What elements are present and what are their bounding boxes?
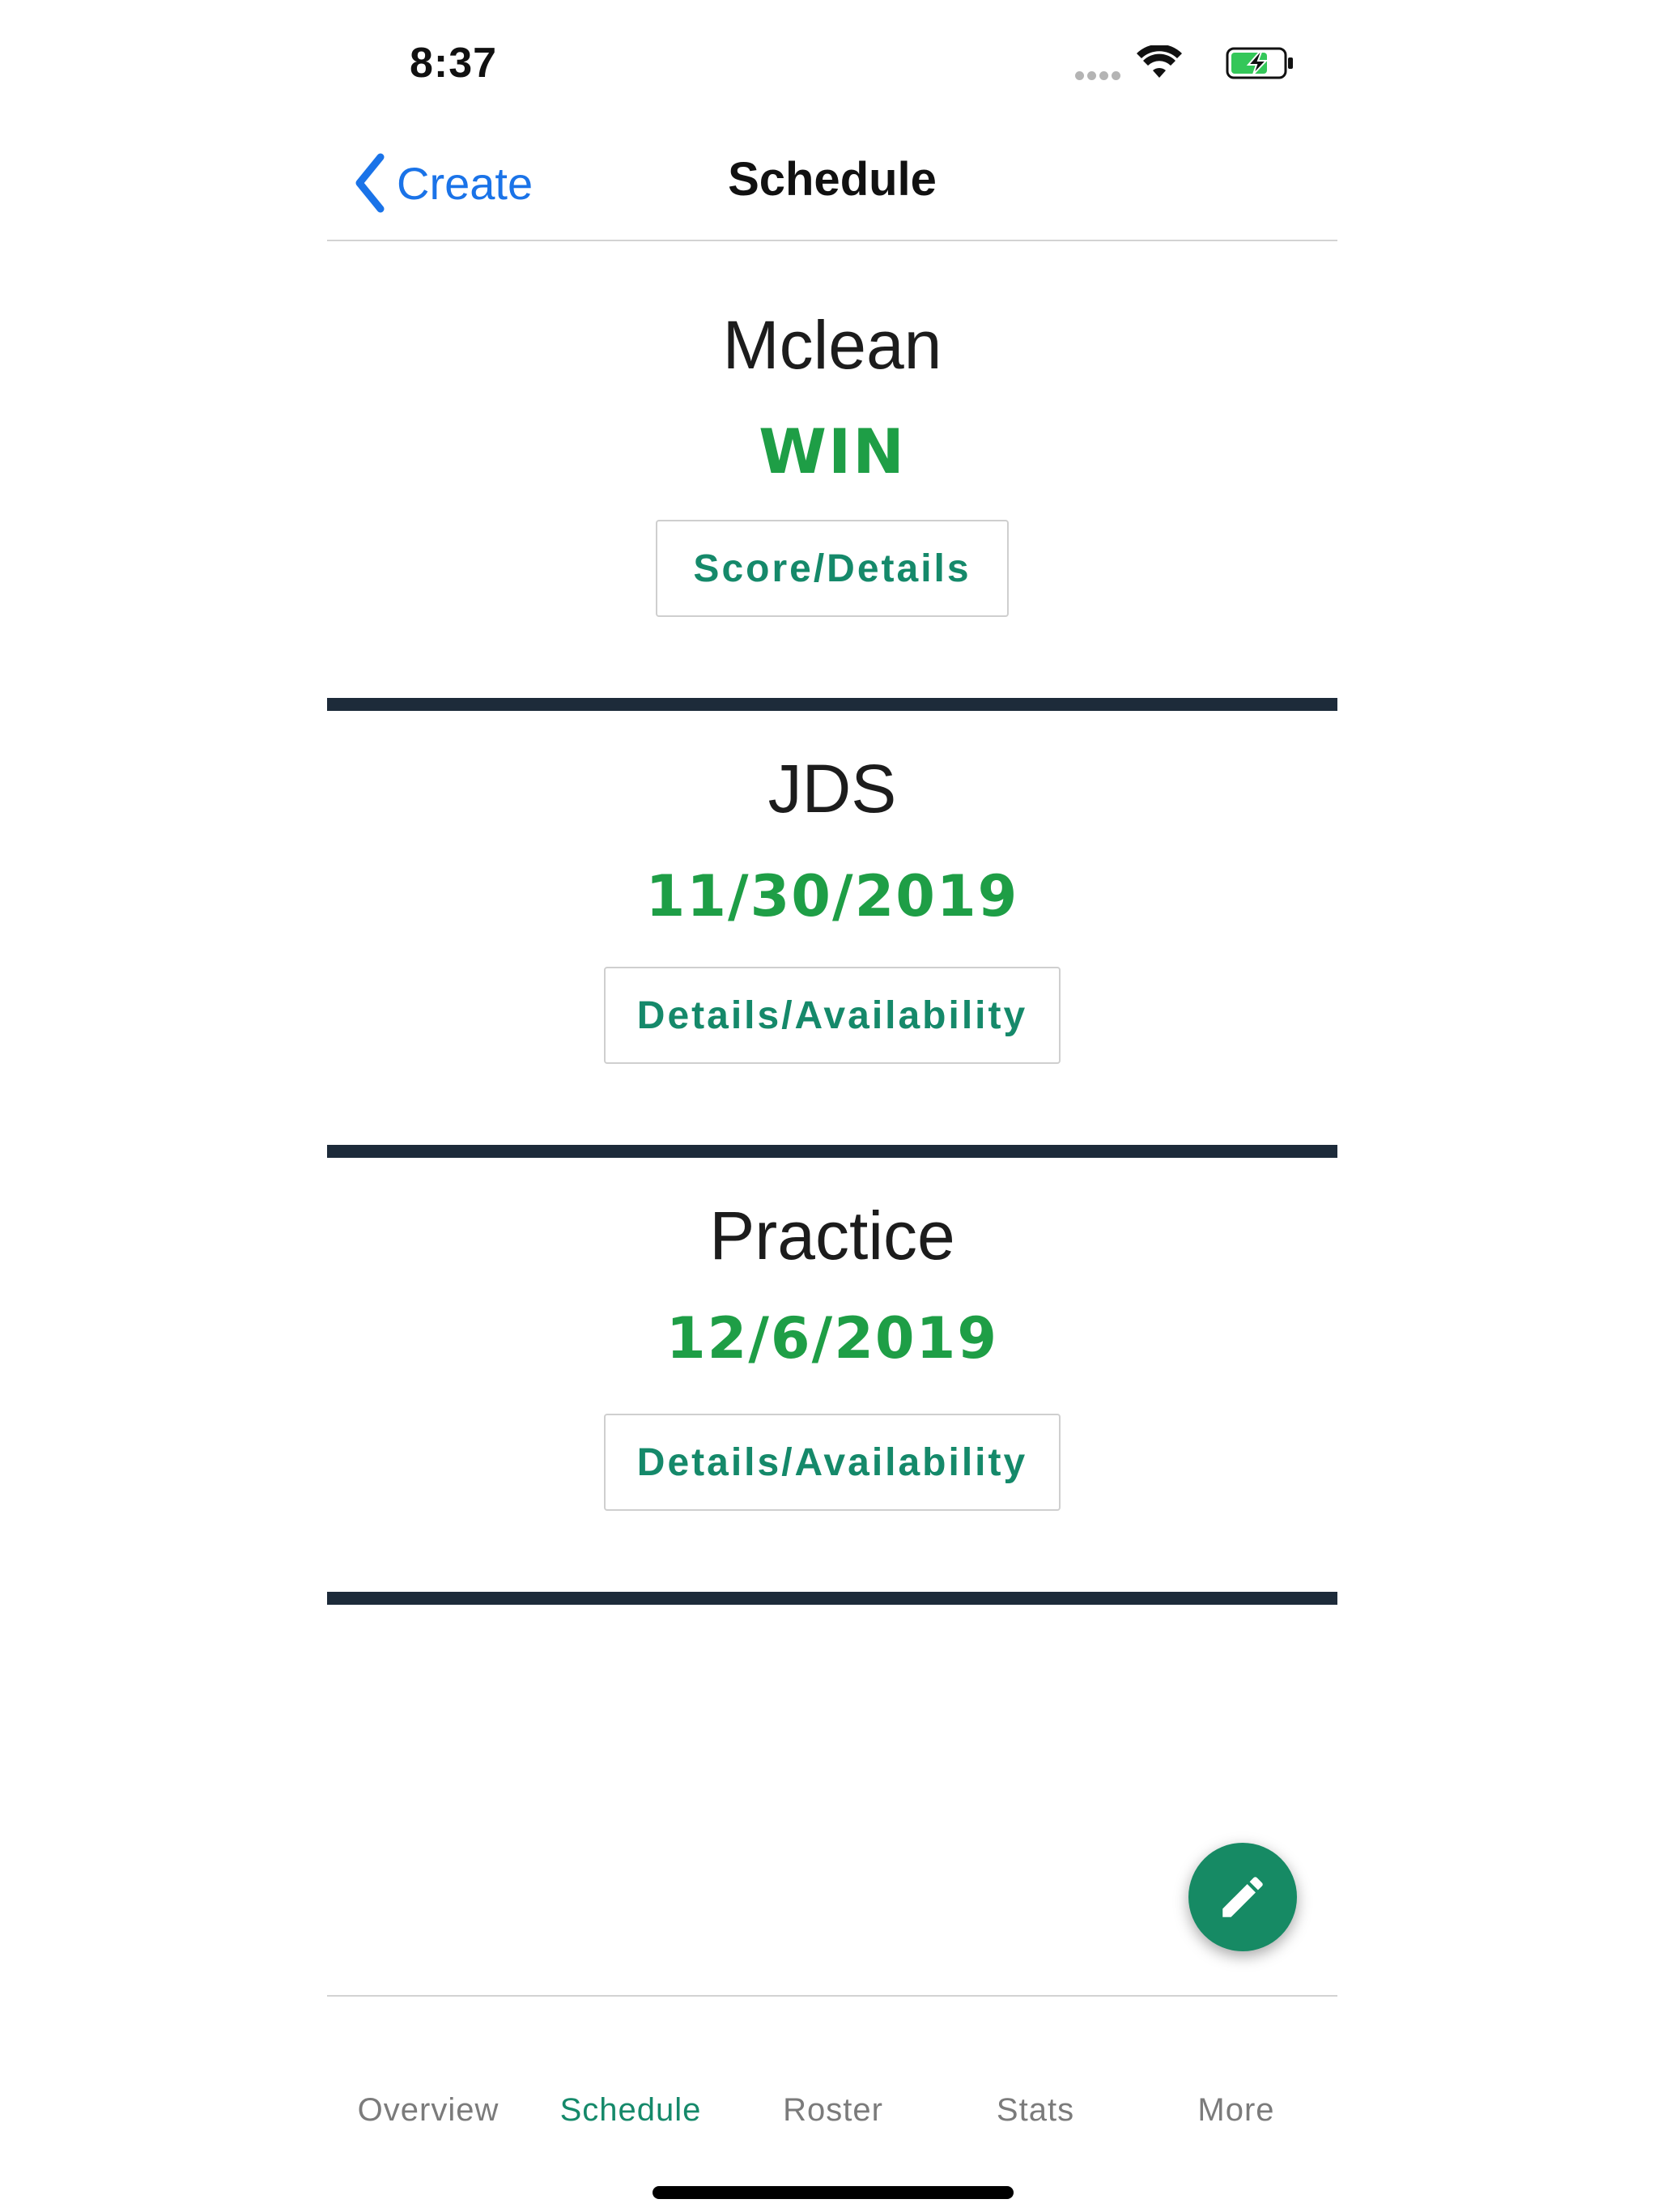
battery-charging-icon bbox=[1226, 47, 1293, 79]
cellular-signal-icon bbox=[1075, 70, 1124, 81]
event-result: WIN bbox=[759, 415, 906, 487]
details-availability-button[interactable]: Details/Availability bbox=[604, 1414, 1061, 1511]
phone-screen: 8:37 Create Schedule Mclean WIN Score/De… bbox=[327, 0, 1337, 2212]
event-name: Practice bbox=[709, 1197, 955, 1274]
pencil-icon bbox=[1222, 1877, 1263, 1917]
tab-schedule[interactable]: Schedule bbox=[529, 2092, 732, 2129]
navigation-bar: Create Schedule bbox=[327, 121, 1337, 241]
event-card: Mclean WIN bbox=[327, 311, 1337, 483]
status-indicators bbox=[1052, 45, 1295, 81]
status-time: 8:37 bbox=[410, 40, 498, 87]
details-availability-button[interactable]: Details/Availability bbox=[604, 967, 1061, 1064]
event-name: Mclean bbox=[722, 307, 942, 383]
divider bbox=[327, 698, 1337, 711]
divider bbox=[327, 1592, 1337, 1605]
event-card: JDS 11/30/2019 bbox=[327, 755, 1337, 925]
event-date: 11/30/2019 bbox=[645, 863, 1019, 929]
tab-overview[interactable]: Overview bbox=[327, 2092, 529, 2129]
tab-more[interactable]: More bbox=[1135, 2092, 1337, 2129]
home-indicator[interactable] bbox=[653, 2186, 1014, 2199]
score-details-button[interactable]: Score/Details bbox=[656, 520, 1009, 617]
page-title: Schedule bbox=[728, 153, 937, 206]
tab-roster[interactable]: Roster bbox=[732, 2092, 934, 2129]
event-card: Practice 12/6/2019 bbox=[327, 1202, 1337, 1367]
wifi-icon bbox=[1137, 45, 1182, 78]
event-name: JDS bbox=[767, 751, 897, 827]
event-date: 12/6/2019 bbox=[665, 1305, 999, 1372]
tab-stats[interactable]: Stats bbox=[934, 2092, 1137, 2129]
tab-bar: Overview Schedule Roster Stats More bbox=[327, 1995, 1337, 2128]
edit-fab-button[interactable] bbox=[1188, 1843, 1297, 1951]
divider bbox=[327, 1145, 1337, 1158]
